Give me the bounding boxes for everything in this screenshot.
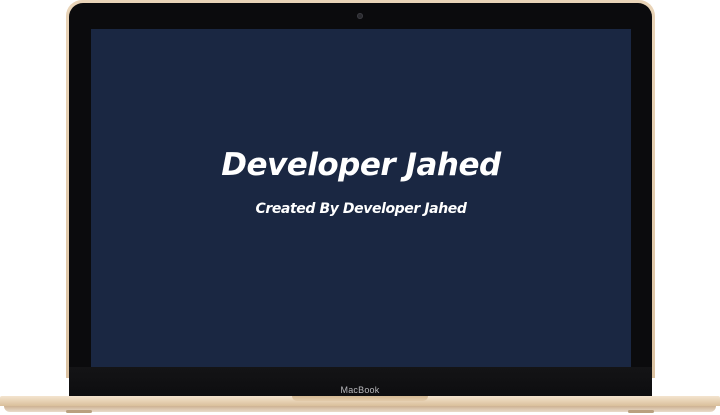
- laptop-base-bottom: [4, 406, 716, 412]
- lid-opening-notch: [292, 396, 428, 401]
- webcam-icon: [357, 13, 363, 19]
- laptop-screen: Developer Jahed Created By Developer Jah…: [91, 29, 631, 367]
- laptop-mockup: Developer Jahed Created By Developer Jah…: [0, 0, 720, 415]
- laptop-foot-right: [628, 410, 654, 413]
- page-subtitle: Created By Developer Jahed: [255, 201, 467, 217]
- laptop-foot-left: [66, 410, 92, 413]
- page-title: Developer Jahed: [221, 147, 501, 183]
- device-brand-label: MacBook: [340, 385, 380, 395]
